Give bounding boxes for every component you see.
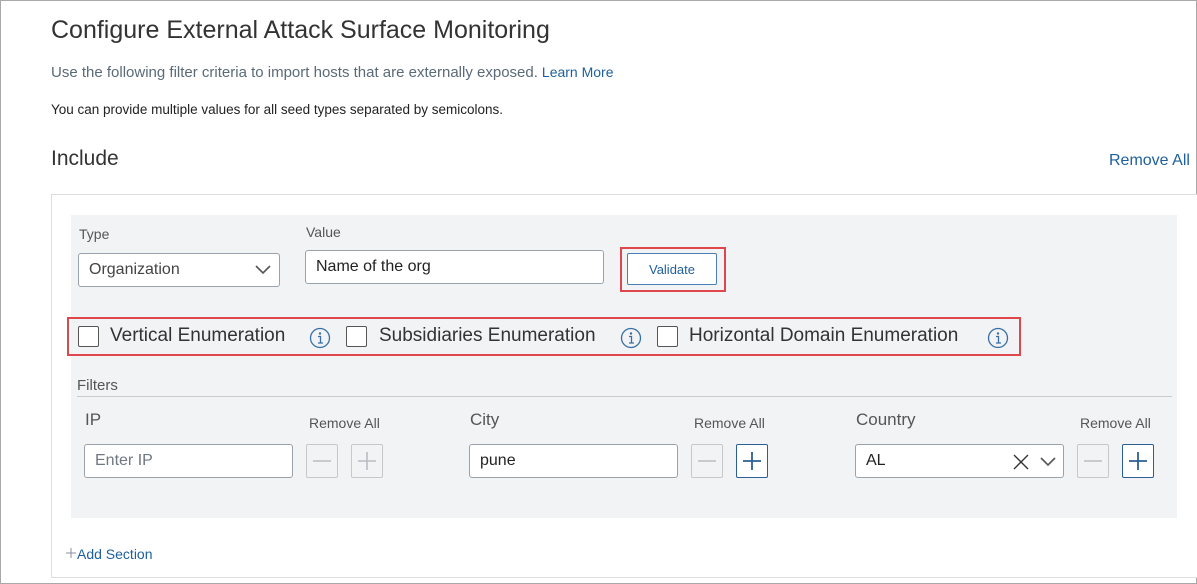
ip-add-button[interactable] <box>351 444 383 478</box>
remove-all-sections-link[interactable]: Remove All <box>1109 152 1190 170</box>
value-label: Value <box>306 224 341 240</box>
type-select[interactable]: Organization <box>78 253 280 287</box>
ip-remove-all[interactable]: Remove All <box>309 415 380 431</box>
plus-icon <box>66 548 76 558</box>
ip-input[interactable]: Enter IP <box>84 444 293 478</box>
country-filter-label: Country <box>856 410 916 429</box>
chevron-down-icon[interactable] <box>1040 457 1056 467</box>
close-icon[interactable] <box>1012 453 1030 471</box>
country-remove-button[interactable] <box>1077 444 1109 478</box>
page-title: Configure External Attack Surface Monito… <box>51 16 550 44</box>
subsidiaries-enumeration-label: Subsidiaries Enumeration <box>379 325 596 346</box>
vertical-enumeration-checkbox[interactable] <box>78 326 99 347</box>
plus-icon <box>1129 452 1147 470</box>
subtitle-text: Use the following filter criteria to imp… <box>51 64 538 81</box>
minus-icon <box>1084 460 1102 462</box>
chevron-down-icon <box>255 265 271 275</box>
ip-remove-button[interactable] <box>306 444 338 478</box>
vertical-enumeration-label: Vertical Enumeration <box>110 325 286 346</box>
country-remove-all[interactable]: Remove All <box>1080 415 1151 431</box>
city-filter-label: City <box>470 410 500 429</box>
horizontal-domain-enumeration-checkbox[interactable] <box>657 326 678 347</box>
horizontal-domain-enumeration-label: Horizontal Domain Enumeration <box>689 325 959 346</box>
plus-icon <box>358 452 376 470</box>
subsidiaries-enumeration-checkbox[interactable] <box>346 326 367 347</box>
filters-label: Filters <box>77 377 118 394</box>
plus-icon <box>743 452 761 470</box>
info-icon[interactable] <box>987 327 1009 349</box>
country-select-value: AL <box>866 452 886 469</box>
minus-icon <box>313 460 331 462</box>
validate-button[interactable]: Validate <box>627 253 717 285</box>
type-label: Type <box>79 226 110 242</box>
value-input[interactable]: Name of the org <box>305 250 604 284</box>
seed-hint: You can provide multiple values for all … <box>51 102 504 117</box>
info-icon[interactable] <box>620 327 642 349</box>
city-add-button[interactable] <box>736 444 768 478</box>
learn-more-link[interactable]: Learn More <box>542 64 614 80</box>
ip-filter-label: IP <box>85 410 102 429</box>
country-add-button[interactable] <box>1122 444 1154 478</box>
type-select-value: Organization <box>89 261 180 278</box>
add-section-label: Add Section <box>77 546 153 562</box>
minus-icon <box>698 460 716 462</box>
page-subtitle: Use the following filter criteria to imp… <box>51 64 614 81</box>
info-icon[interactable] <box>309 327 331 349</box>
add-section-link[interactable]: Add Section <box>65 546 153 562</box>
city-input[interactable]: pune <box>469 444 678 478</box>
city-remove-all[interactable]: Remove All <box>694 415 765 431</box>
country-select[interactable]: AL <box>855 444 1064 478</box>
include-section-title: Include <box>51 147 119 170</box>
filters-divider <box>77 396 1172 397</box>
city-remove-button[interactable] <box>691 444 723 478</box>
